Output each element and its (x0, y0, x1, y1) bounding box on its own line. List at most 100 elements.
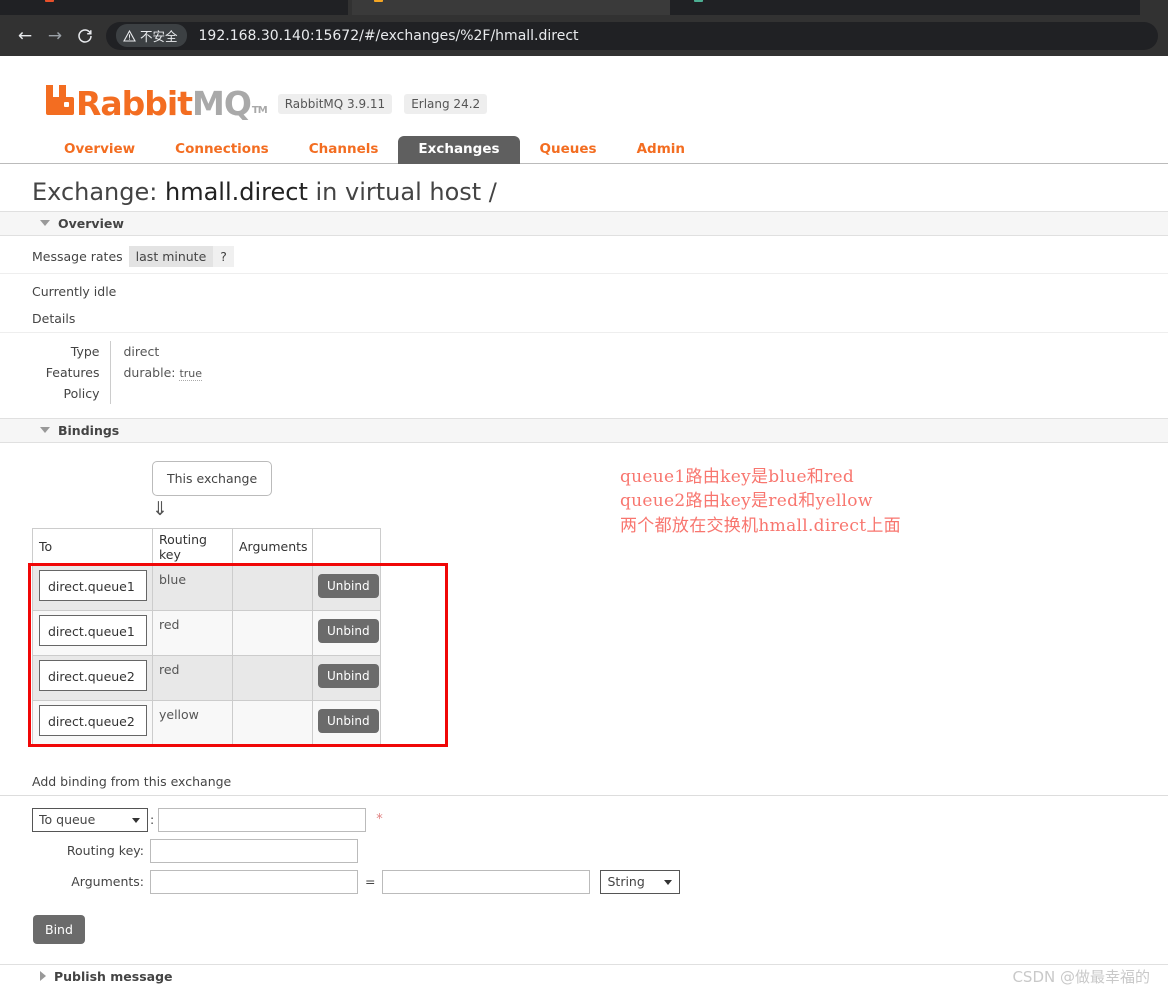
section-bindings-label: Bindings (58, 422, 120, 438)
tab-favicon-icon (374, 0, 383, 2)
help-icon[interactable]: ? (213, 245, 234, 267)
table-row: direct.queue1 blue Unbind (32, 564, 381, 611)
routing-key-label: Routing key: (66, 843, 144, 859)
tab-channels[interactable]: Channels (289, 136, 399, 165)
rabbitmq-management-page: RabbitMQTM RabbitMQ 3.9.11 Erlang 24.2 O… (0, 56, 1168, 995)
unbind-button[interactable]: Unbind (318, 573, 379, 598)
tab-overview[interactable]: Overview (44, 136, 155, 165)
page-title-prefix: Exchange: (32, 178, 165, 206)
tab-queues[interactable]: Queues (520, 136, 617, 165)
tab-favicon-icon (694, 0, 703, 2)
details-value-type: direct (123, 343, 160, 359)
brand-wordmark-secondary: MQ (192, 84, 252, 123)
add-binding-form: To queue To exchange : * Routing key: Ar… (0, 796, 1168, 944)
add-binding-heading: Add binding from this exchange (0, 760, 1168, 796)
browser-tab-strip[interactable] (0, 0, 1168, 15)
section-overview-header[interactable]: Overview (0, 210, 1168, 236)
trademark-label: TM (251, 105, 268, 116)
details-label: Details (0, 299, 1168, 333)
binding-arguments-cell (232, 699, 313, 746)
browser-chrome: ← → 不安全 192.168.30.140:15672/#/exchanges… (0, 0, 1168, 56)
details-key-features: Features (0, 361, 111, 383)
binding-routing-key-value: red (159, 661, 180, 677)
binding-arguments-cell (232, 609, 313, 656)
tab-exchanges[interactable]: Exchanges (398, 135, 520, 164)
routing-key-input[interactable] (150, 838, 358, 863)
column-header-to: To (32, 527, 153, 566)
column-header-routing-key: Routing key (152, 527, 233, 566)
destination-input[interactable] (158, 807, 367, 832)
brand-header: RabbitMQTM RabbitMQ 3.9.11 Erlang 24.2 (0, 56, 1168, 120)
reload-icon[interactable] (70, 21, 100, 51)
arguments-type-select[interactable]: String Number Boolean List (600, 869, 681, 894)
arguments-type-select-wrap[interactable]: String Number Boolean List (600, 869, 681, 894)
arguments-value-input[interactable] (382, 869, 591, 894)
binding-destination-cell: direct.queue1 (32, 609, 153, 656)
brand-wordmark-primary: Rabbit (76, 84, 193, 123)
section-overview-label: Overview (58, 215, 124, 231)
browser-tab[interactable] (352, 0, 670, 15)
tab-connections[interactable]: Connections (155, 136, 289, 165)
message-rates-label: Message rates (32, 248, 123, 264)
arguments-equals-sign: = (365, 874, 376, 890)
binding-arguments-value (233, 566, 312, 572)
details-value-features-text: durable: (123, 364, 180, 380)
tab-admin[interactable]: Admin (617, 136, 705, 165)
chevron-down-icon (40, 427, 50, 434)
binding-arguments-value (233, 701, 312, 707)
rabbitmq-version-badge: RabbitMQ 3.9.11 (277, 94, 393, 114)
binding-action-cell: Unbind (312, 564, 381, 611)
binding-action-cell: Unbind (312, 654, 381, 701)
unbind-button[interactable]: Unbind (318, 708, 379, 733)
security-status-chip[interactable]: 不安全 (116, 24, 187, 47)
binding-routing-key-value: yellow (159, 706, 199, 722)
bind-button[interactable]: Bind (33, 914, 85, 944)
binding-destination-cell: direct.queue1 (32, 564, 153, 611)
security-status-label: 不安全 (140, 29, 178, 44)
bindings-table: To Routing key Arguments direct.queue1 b… (32, 527, 381, 746)
queue-link[interactable]: direct.queue2 (39, 659, 147, 692)
browser-tab-active[interactable] (670, 0, 1140, 15)
binding-routing-key-cell: red (152, 609, 233, 656)
binding-destination-cell: direct.queue2 (32, 699, 153, 746)
page-title: Exchange: hmall.direct in virtual host / (0, 164, 1168, 211)
arguments-key-input[interactable] (150, 869, 358, 894)
page-title-suffix: in virtual host / (307, 178, 497, 206)
binding-destination-cell: direct.queue2 (32, 654, 153, 701)
destination-type-select-wrap[interactable]: To queue To exchange (32, 807, 148, 832)
annotation-text: queue1路由key是blue和red queue2路由key是red和yel… (620, 467, 901, 536)
idle-status-text: Currently idle (32, 283, 117, 299)
unbind-button[interactable]: Unbind (318, 663, 379, 688)
column-header-arguments: Arguments (232, 527, 313, 566)
queue-link[interactable]: direct.queue1 (39, 569, 147, 602)
browser-tab[interactable] (0, 0, 348, 15)
this-exchange-button[interactable]: This exchange (152, 460, 273, 496)
required-marker: * (376, 812, 383, 828)
rate-period-last-minute[interactable]: last minute (128, 245, 214, 267)
main-navigation: Overview Connections Channels Exchanges … (0, 134, 1168, 164)
details-value-policy (110, 383, 202, 404)
destination-type-select[interactable]: To queue To exchange (32, 807, 148, 832)
back-arrow-icon[interactable]: ← (10, 21, 40, 51)
section-publish-message-header[interactable]: Publish message (0, 963, 1168, 988)
binding-routing-key-cell: red (152, 654, 233, 701)
forward-arrow-icon[interactable]: → (40, 21, 70, 51)
unbind-button[interactable]: Unbind (318, 618, 379, 643)
table-row: direct.queue2 yellow Unbind (32, 699, 381, 746)
queue-link[interactable]: direct.queue1 (39, 614, 147, 647)
erlang-version-badge: Erlang 24.2 (404, 94, 488, 114)
binding-action-cell: Unbind (312, 609, 381, 656)
watermark-text: CSDN @做最幸福的 (1012, 968, 1150, 986)
binding-arguments-cell (232, 564, 313, 611)
rabbitmq-logo-icon (44, 82, 74, 118)
table-row: direct.queue1 red Unbind (32, 609, 381, 656)
section-bindings-header[interactable]: Bindings (0, 417, 1168, 443)
arguments-label: Arguments: (71, 874, 144, 890)
binding-routing-key-cell: blue (152, 564, 233, 611)
details-value-features-flag: true (179, 366, 203, 381)
queue-link[interactable]: direct.queue2 (39, 704, 147, 737)
section-publish-message-label: Publish message (54, 968, 173, 984)
url-text[interactable]: 192.168.30.140:15672/#/exchanges/%2F/hma… (199, 28, 579, 44)
details-row-features: Features durable: true (0, 361, 203, 383)
address-bar[interactable]: 不安全 192.168.30.140:15672/#/exchanges/%2F… (106, 21, 1158, 50)
